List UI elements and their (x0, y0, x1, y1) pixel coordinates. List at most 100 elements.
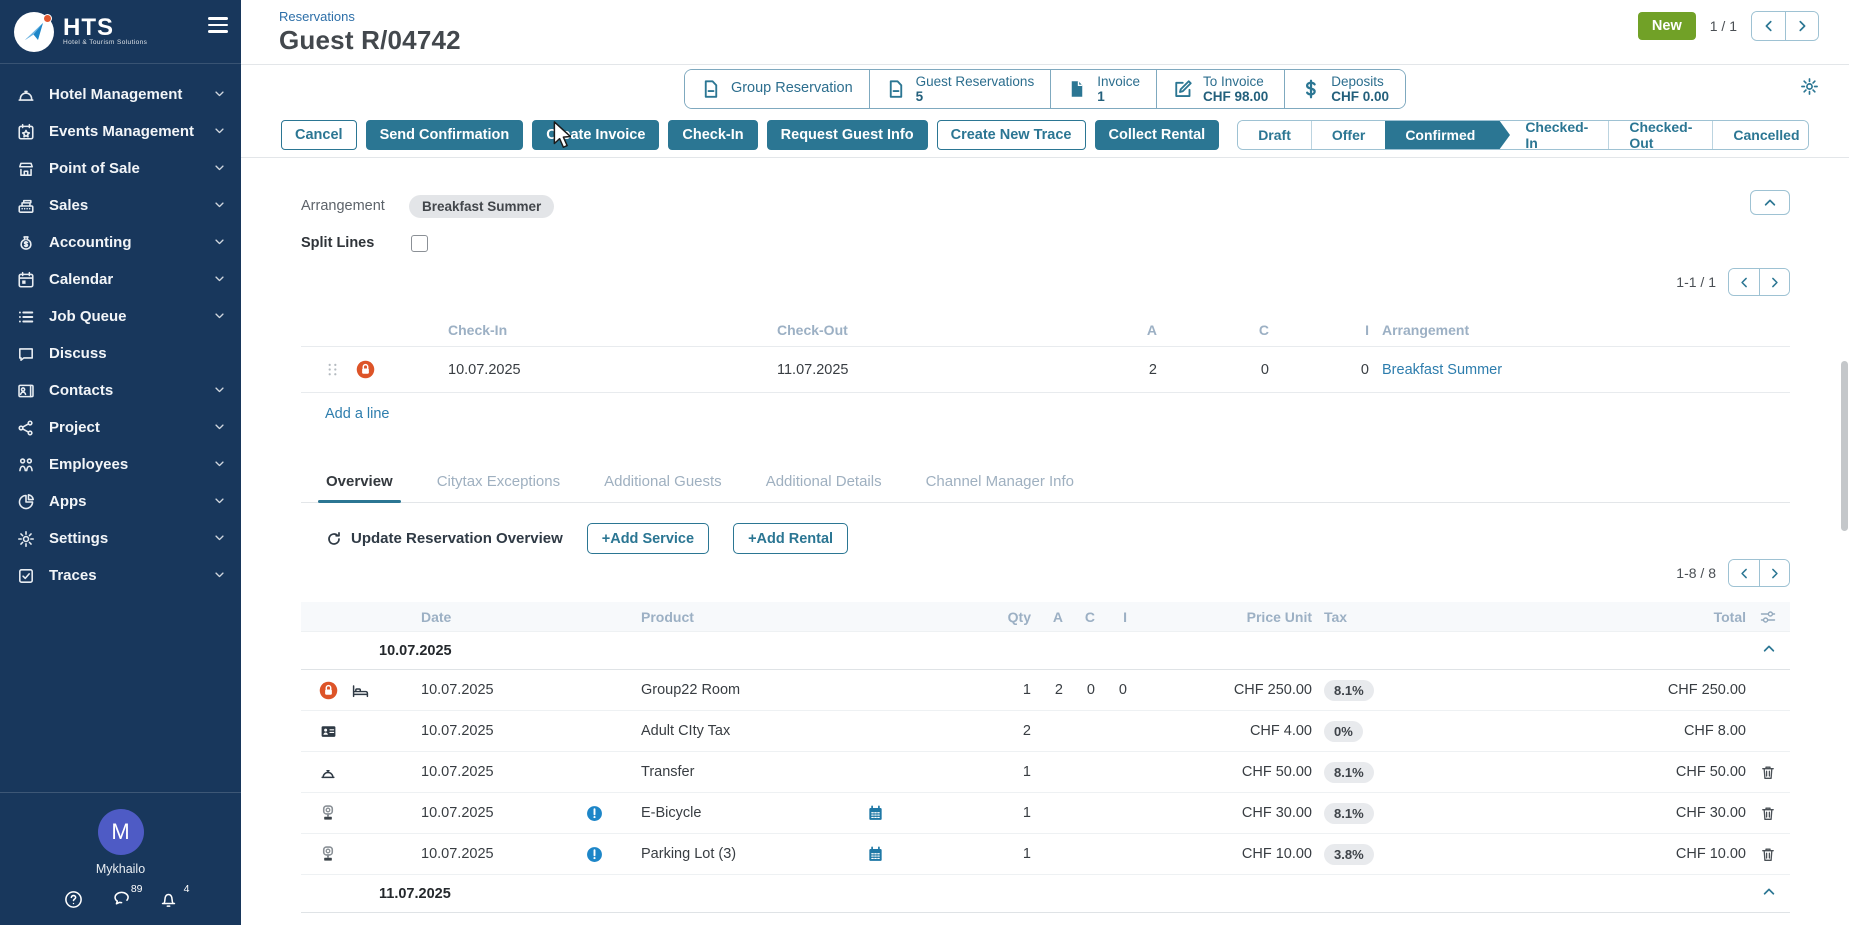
smart-button-row: Group ReservationGuest Reservations5Invo… (241, 64, 1849, 112)
delete-row-icon[interactable] (1760, 846, 1776, 863)
table-row[interactable]: 10.07.2025Transfer1CHF 50.008.1%CHF 50.0… (301, 752, 1790, 793)
tab-additional-guests[interactable]: Additional Guests (604, 473, 722, 502)
status-stage-checked-in[interactable]: Checked-In (1499, 121, 1608, 149)
check-in-button[interactable]: Check-In (668, 120, 757, 150)
sidebar-item-hotel-management[interactable]: Hotel Management (0, 76, 241, 113)
group-collapse-icon[interactable] (1762, 642, 1776, 660)
overview-pager-next-icon[interactable] (1759, 560, 1789, 586)
settings-gear-icon[interactable] (1800, 77, 1819, 100)
chevron-down-icon (214, 567, 225, 584)
add-service-button[interactable]: +Add Service (587, 523, 709, 554)
delete-row-icon[interactable] (1760, 764, 1776, 781)
smart-button-group-reservation[interactable]: Group Reservation (685, 70, 869, 108)
column-header-c[interactable]: C (1063, 609, 1095, 625)
cancel-button[interactable]: Cancel (281, 120, 357, 150)
column-header-i[interactable]: I (1269, 322, 1369, 338)
update-overview-button[interactable]: Update Reservation Overview (326, 530, 563, 547)
product-type-bed-icon (351, 682, 370, 699)
status-stage-cancelled[interactable]: Cancelled (1712, 121, 1809, 149)
sidebar-item-project[interactable]: Project (0, 409, 241, 446)
sidebar-item-contacts[interactable]: Contacts (0, 372, 241, 409)
column-header-i[interactable]: I (1095, 609, 1127, 625)
tab-citytax-exceptions[interactable]: Citytax Exceptions (437, 473, 560, 502)
sidebar-item-apps[interactable]: Apps (0, 483, 241, 520)
sidebar-item-employees[interactable]: Employees (0, 446, 241, 483)
group-row-10-07-2025[interactable]: 10.07.2025 (301, 632, 1790, 670)
collect-rental-button[interactable]: Collect Rental (1095, 120, 1220, 150)
notifications-icon[interactable]: 4 (159, 890, 178, 913)
smart-button-guest-reservations[interactable]: Guest Reservations5 (869, 70, 1051, 108)
sidebar-item-traces[interactable]: Traces (0, 557, 241, 594)
overview-pager-prev-icon[interactable] (1729, 560, 1759, 586)
smart-button-invoice[interactable]: Invoice1 (1050, 70, 1156, 108)
logo-dot-icon (43, 14, 52, 23)
drag-handle-icon[interactable] (325, 361, 340, 378)
column-header-check-in[interactable]: Check-In (431, 322, 777, 338)
delete-row-icon[interactable] (1760, 805, 1776, 822)
create-new-trace-button[interactable]: Create New Trace (937, 120, 1086, 150)
sidebar-item-settings[interactable]: Settings (0, 520, 241, 557)
tab-channel-manager-info[interactable]: Channel Manager Info (926, 473, 1074, 502)
smart-button-deposits[interactable]: DepositsCHF 0.00 (1284, 70, 1405, 108)
sidebar-item-events-management[interactable]: Events Management (0, 113, 241, 150)
group-collapse-icon[interactable] (1762, 885, 1776, 903)
arrangement-link[interactable]: Breakfast Summer (1382, 362, 1502, 378)
column-options-icon[interactable] (1759, 609, 1777, 625)
tab-additional-details[interactable]: Additional Details (766, 473, 882, 502)
lines-pager-prev-icon[interactable] (1729, 269, 1759, 295)
pager-prev-icon[interactable] (1752, 12, 1785, 40)
column-header-a[interactable]: A (1037, 322, 1157, 338)
column-header-qty[interactable]: Qty (981, 609, 1031, 625)
sidebar-item-calendar[interactable]: Calendar (0, 261, 241, 298)
help-icon[interactable] (64, 890, 83, 913)
smart-button-to-invoice[interactable]: To InvoiceCHF 98.00 (1156, 70, 1284, 108)
add-rental-button[interactable]: +Add Rental (733, 523, 848, 554)
sidebar-item-accounting[interactable]: Accounting (0, 224, 241, 261)
table-row[interactable]: 10.07.2025Group22 Room1200CHF 250.008.1%… (301, 670, 1790, 711)
arrangement-tag[interactable]: Breakfast Summer (409, 195, 554, 218)
column-header-price-unit[interactable]: Price Unit (1127, 609, 1312, 625)
group-row-11-07-2025[interactable]: 11.07.2025 (301, 875, 1790, 913)
info-icon[interactable] (586, 846, 603, 863)
status-stage-draft[interactable]: Draft (1238, 121, 1311, 149)
avatar[interactable]: M (98, 809, 144, 855)
add-a-line-link[interactable]: Add a line (325, 406, 390, 422)
scrollbar-thumb[interactable] (1841, 361, 1848, 531)
table-row[interactable]: 10.07.202511.07.2025200Breakfast Summer (301, 347, 1790, 393)
menu-toggle-icon[interactable] (205, 13, 231, 37)
column-header-a[interactable]: A (1031, 609, 1063, 625)
create-invoice-button[interactable]: Create Invoice (532, 120, 659, 150)
breadcrumb[interactable]: Reservations (279, 9, 461, 24)
messages-icon[interactable]: 89 (111, 890, 131, 913)
column-header-product[interactable]: Product (641, 609, 861, 625)
column-header-tax[interactable]: Tax (1312, 609, 1432, 625)
new-button[interactable]: New (1638, 12, 1696, 40)
sidebar-item-discuss[interactable]: Discuss (0, 335, 241, 372)
table-row[interactable]: 10.07.2025Parking Lot (3)1CHF 10.003.8%C… (301, 834, 1790, 875)
request-guest-info-button[interactable]: Request Guest Info (767, 120, 928, 150)
collapse-section-button[interactable] (1750, 190, 1790, 215)
calendar-icon[interactable] (867, 846, 884, 863)
status-stage-checked-out[interactable]: Checked-Out (1608, 121, 1712, 149)
vertical-scrollbar (1841, 66, 1848, 925)
sidebar-item-sales[interactable]: Sales (0, 187, 241, 224)
column-header-arrangement[interactable]: Arrangement (1369, 322, 1790, 338)
send-confirmation-button[interactable]: Send Confirmation (366, 120, 524, 150)
lines-pager-next-icon[interactable] (1759, 269, 1789, 295)
table-row[interactable]: 10.07.2025E-Bicycle1CHF 30.008.1%CHF 30.… (301, 793, 1790, 834)
status-stage-offer[interactable]: Offer (1311, 121, 1385, 149)
tab-overview[interactable]: Overview (326, 473, 393, 502)
table-row[interactable]: 10.07.2025Adult CIty Tax2CHF 4.000%CHF 8… (301, 711, 1790, 752)
split-lines-checkbox[interactable] (411, 235, 428, 252)
column-header-date[interactable]: Date (421, 609, 566, 625)
column-header-total[interactable]: Total (1616, 609, 1746, 625)
pager-next-icon[interactable] (1785, 12, 1818, 40)
column-header-check-out[interactable]: Check-Out (777, 322, 1037, 338)
status-stage-confirmed[interactable]: Confirmed (1385, 121, 1499, 149)
sidebar-item-point-of-sale[interactable]: Point of Sale (0, 150, 241, 187)
product-type-meter-icon (319, 804, 337, 822)
calendar-icon[interactable] (867, 805, 884, 822)
sidebar-item-job-queue[interactable]: Job Queue (0, 298, 241, 335)
info-icon[interactable] (586, 805, 603, 822)
column-header-c[interactable]: C (1157, 322, 1269, 338)
